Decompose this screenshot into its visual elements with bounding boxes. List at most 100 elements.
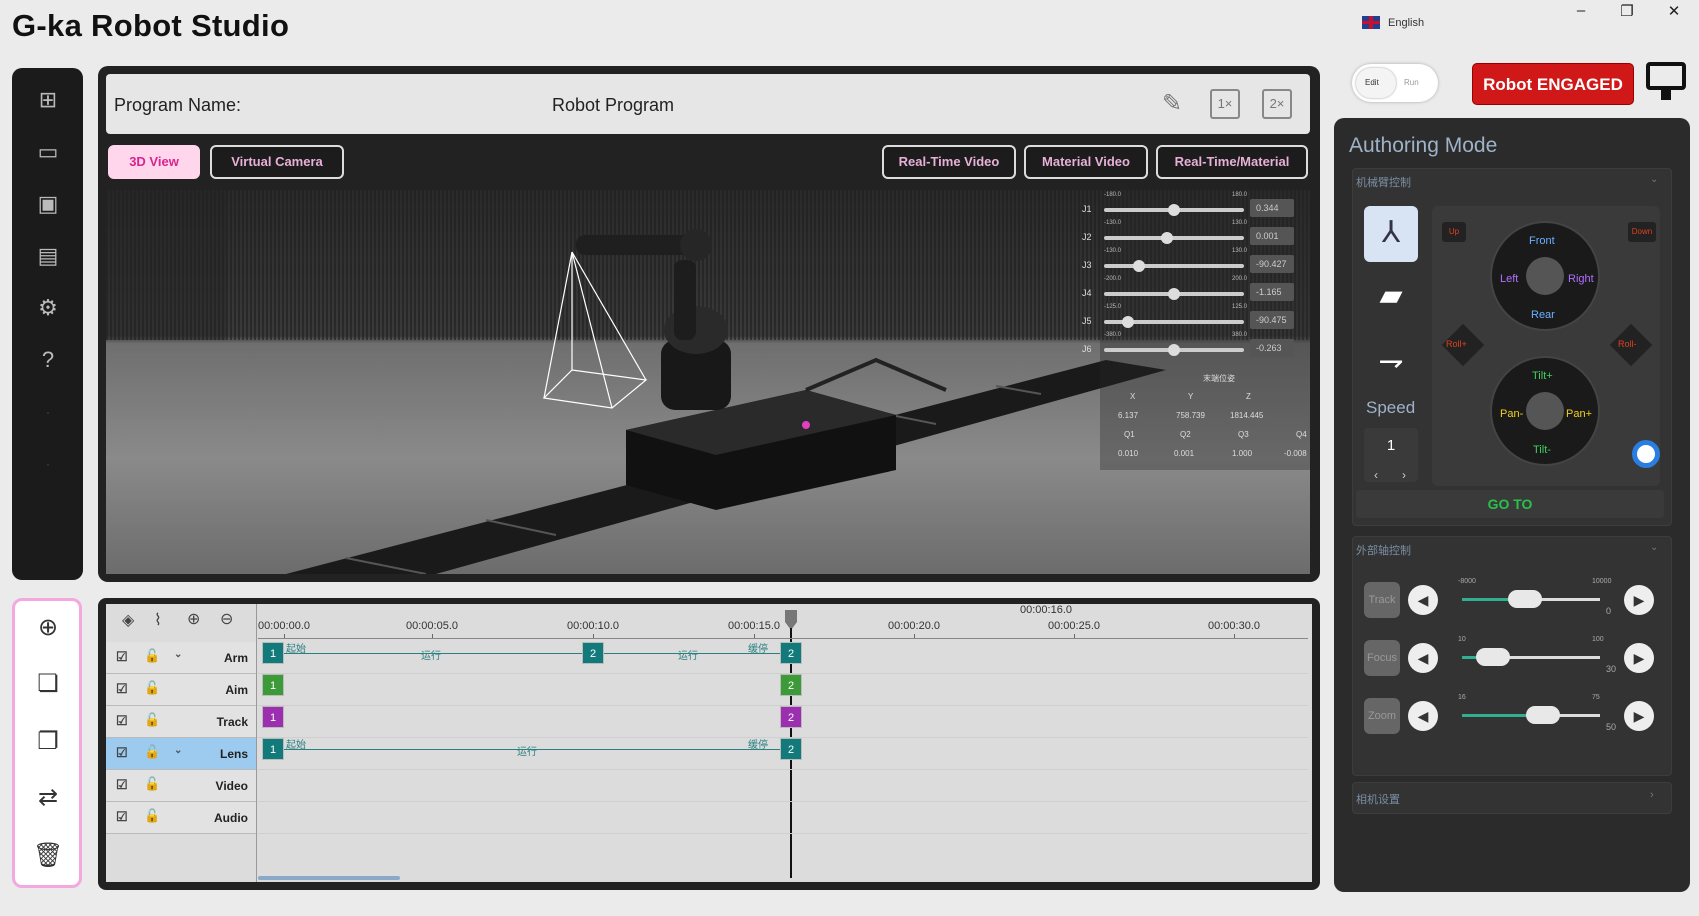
track-row-aim[interactable]: ☑ 🔓 Aim — [106, 674, 256, 706]
arm-keyframe-1[interactable]: 1 — [262, 642, 284, 664]
tab-real-time-video[interactable]: Real-Time Video — [882, 145, 1016, 179]
close-button[interactable]: ✕ — [1664, 2, 1684, 20]
goto-button[interactable]: GO TO — [1356, 490, 1664, 518]
tool-mode-icon[interactable]: ⇁ — [1368, 344, 1414, 384]
unlock-icon[interactable]: 🔓 — [144, 712, 160, 728]
track-visible-checkbox[interactable]: ☑ — [116, 681, 128, 697]
unlock-icon[interactable]: 🔓 — [144, 776, 160, 792]
edit-run-toggle[interactable]: Edit Run — [1352, 64, 1438, 102]
down-button[interactable]: Down — [1628, 222, 1656, 242]
track-row-arm[interactable]: ☑ 🔓 ⌄ Arm — [106, 642, 256, 674]
settings-gear-icon[interactable]: ⚙ — [34, 294, 62, 322]
track-visible-checkbox[interactable]: ☑ — [116, 809, 128, 825]
focus-increase-button[interactable]: ▶ — [1624, 643, 1654, 673]
timeline-scrollbar[interactable] — [258, 876, 400, 880]
up-button[interactable]: Up — [1442, 222, 1466, 242]
joint-slider-knob[interactable] — [1168, 204, 1180, 216]
expand-chevron-icon[interactable]: ⌄ — [174, 745, 182, 756]
arm-keyframe-2[interactable]: 2 — [582, 642, 604, 664]
orientation-jog-pad[interactable]: Tilt+ Tilt- Pan- Pan+ — [1490, 356, 1600, 466]
record-position-icon[interactable] — [1632, 440, 1660, 468]
curve-icon[interactable]: ⌇ — [154, 610, 162, 630]
camera-settings-section[interactable] — [1352, 782, 1672, 814]
tab-virtual-camera[interactable]: Virtual Camera — [210, 145, 344, 179]
track-row-video[interactable]: ☑ 🔓 Video — [106, 770, 256, 802]
collapse-chevron-icon[interactable]: ⌄ — [1650, 542, 1658, 553]
open-folder-icon[interactable]: ▭ — [34, 138, 62, 166]
track-visible-checkbox[interactable]: ☑ — [116, 777, 128, 793]
paste-keyframe-icon[interactable]: ❐ — [33, 727, 63, 757]
monitor-icon[interactable] — [1646, 62, 1692, 106]
pose-header-q1: Q1 — [1124, 430, 1135, 439]
new-file-icon[interactable]: ⊞ — [34, 86, 62, 114]
save-icon[interactable]: ▣ — [34, 190, 62, 218]
speed-decrease-icon[interactable]: ‹ — [1374, 468, 1378, 482]
restore-button[interactable]: ❐ — [1617, 2, 1637, 20]
arm-keyframe-3[interactable]: 2 — [780, 642, 802, 664]
track-row-track[interactable]: ☑ 🔓 Track — [106, 706, 256, 738]
zoom-decrease-button[interactable]: ◀ — [1408, 701, 1438, 731]
copy-keyframe-icon[interactable]: ❏ — [33, 669, 63, 699]
zoom-out-icon[interactable]: ⊖ — [220, 609, 233, 629]
focus-decrease-button[interactable]: ◀ — [1408, 643, 1438, 673]
track-slider-thumb[interactable] — [1508, 590, 1543, 608]
edit-program-icon[interactable]: ✎ — [1157, 89, 1187, 119]
aim-keyframe-1[interactable]: 1 — [262, 674, 284, 696]
position-jog-pad[interactable]: Front Rear Left Right — [1490, 221, 1600, 331]
aim-keyframe-2[interactable]: 2 — [780, 674, 802, 696]
help-icon[interactable]: ? — [34, 346, 62, 374]
layers-icon[interactable]: ◈ — [122, 610, 134, 630]
lens-keyframe-2[interactable]: 2 — [780, 738, 802, 760]
joint-slider-knob[interactable] — [1168, 344, 1180, 356]
track-visible-checkbox[interactable]: ☑ — [116, 713, 128, 729]
speed-increase-icon[interactable]: › — [1402, 468, 1406, 482]
camera-mode-icon[interactable]: ▰ — [1368, 278, 1414, 318]
unlock-icon[interactable]: 🔓 — [144, 808, 160, 824]
zoom-1x-button[interactable]: 1× — [1210, 89, 1240, 119]
axis-mode-icon[interactable]: ⅄ — [1364, 206, 1418, 262]
tab-3d-view[interactable]: 3D View — [108, 145, 200, 179]
track-increase-button[interactable]: ▶ — [1624, 585, 1654, 615]
track-visible-checkbox[interactable]: ☑ — [116, 649, 128, 665]
joint-slider-knob[interactable] — [1133, 260, 1145, 272]
delete-trash-icon[interactable]: 🗑 — [33, 841, 63, 871]
track-row-lens[interactable]: ☑ 🔓 ⌄ Lens — [106, 738, 256, 770]
language-selector[interactable]: English — [1362, 16, 1424, 29]
add-keyframe-icon[interactable]: ⊕ — [33, 613, 63, 643]
joint-slider-j2[interactable] — [1104, 236, 1244, 240]
speed-label: Speed — [1366, 398, 1416, 417]
track-keyframe-1[interactable]: 1 — [262, 706, 284, 728]
track-decrease-button[interactable]: ◀ — [1408, 585, 1438, 615]
track-keyframe-2[interactable]: 2 — [780, 706, 802, 728]
track-visible-checkbox[interactable]: ☑ — [116, 745, 128, 761]
unlock-icon[interactable]: 🔓 — [144, 648, 160, 664]
zoom-increase-button[interactable]: ▶ — [1624, 701, 1654, 731]
unlock-icon[interactable]: 🔓 — [144, 680, 160, 696]
zoom-in-icon[interactable]: ⊕ — [187, 609, 200, 629]
zoom-slider-thumb[interactable] — [1526, 706, 1561, 724]
expand-chevron-icon[interactable]: › — [1650, 789, 1654, 801]
tab-real-time-material[interactable]: Real-Time/Material — [1156, 145, 1308, 179]
collapse-chevron-icon[interactable]: ⌄ — [1650, 174, 1658, 185]
track-name: Aim — [225, 683, 248, 697]
ruler-line — [258, 638, 1308, 639]
unlock-icon[interactable]: 🔓 — [144, 744, 160, 760]
joint-slider-knob[interactable] — [1168, 288, 1180, 300]
expand-chevron-icon[interactable]: ⌄ — [174, 649, 182, 660]
swap-icon[interactable]: ⇄ — [33, 783, 63, 813]
save-as-icon[interactable]: ▤ — [34, 242, 62, 270]
robot-engaged-button[interactable]: Robot ENGAGED — [1472, 63, 1634, 105]
focus-slider-thumb[interactable] — [1476, 648, 1511, 666]
joint-slider-j3[interactable] — [1104, 264, 1244, 268]
minimize-button[interactable]: – — [1571, 2, 1591, 19]
lens-keyframe-1[interactable]: 1 — [262, 738, 284, 760]
joint-slider-knob[interactable] — [1121, 316, 1134, 328]
track-row-audio[interactable]: ☑ 🔓 Audio — [106, 802, 256, 834]
zoom-value: 50 — [1606, 722, 1617, 732]
joint-max-j5: 125.0 — [1232, 304, 1248, 310]
pan-plus-label: Pan+ — [1566, 408, 1592, 420]
joint-slider-knob[interactable] — [1161, 232, 1173, 244]
zoom-2x-button[interactable]: 2× — [1262, 89, 1292, 119]
speed-value[interactable]: 1 — [1364, 428, 1418, 482]
tab-material-video[interactable]: Material Video — [1024, 145, 1148, 179]
